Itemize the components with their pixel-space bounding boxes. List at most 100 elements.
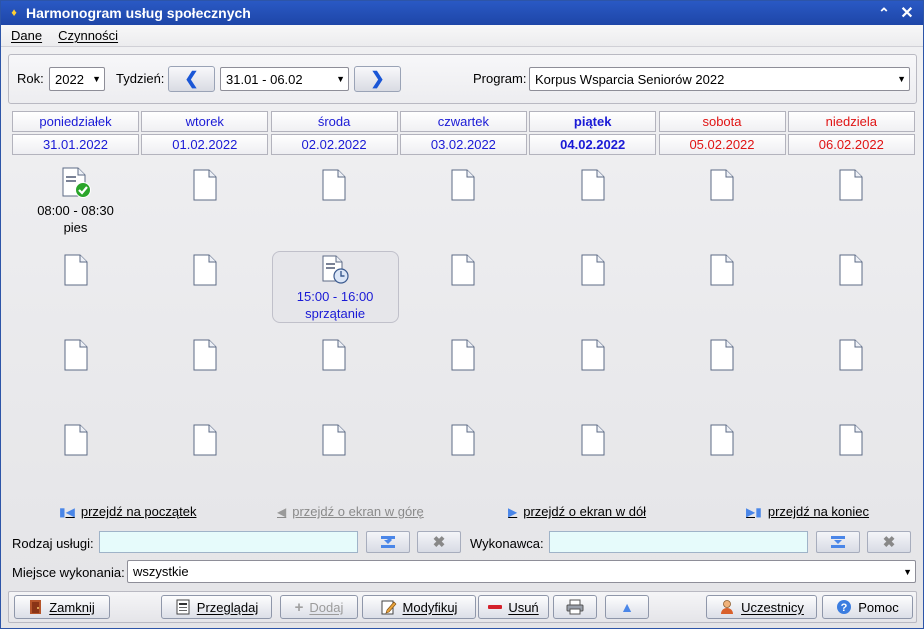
delete-button[interactable]: Usuń bbox=[478, 595, 549, 619]
empty-slot[interactable] bbox=[141, 414, 268, 500]
collapse-icon[interactable]: ⌃ bbox=[875, 4, 893, 22]
chevron-down-icon: ▼ bbox=[336, 74, 345, 84]
empty-slot[interactable] bbox=[271, 414, 398, 500]
appointment-slot[interactable]: 15:00 - 16:00 sprzątanie bbox=[271, 251, 399, 323]
empty-slot[interactable] bbox=[12, 414, 139, 500]
empty-slot[interactable] bbox=[400, 329, 527, 415]
day-name[interactable]: sobota bbox=[658, 111, 786, 132]
close-button[interactable]: Zamknij bbox=[14, 595, 110, 619]
empty-slot[interactable] bbox=[400, 414, 527, 500]
empty-slot[interactable] bbox=[400, 159, 527, 245]
empty-slot[interactable] bbox=[141, 244, 268, 330]
document-icon bbox=[838, 254, 864, 289]
main-window: ♦ Harmonogram usług społecznych ⌃ ✕ Dane… bbox=[0, 0, 924, 629]
empty-slot[interactable] bbox=[788, 329, 915, 415]
service-type-field[interactable] bbox=[99, 531, 358, 553]
user-icon bbox=[721, 600, 734, 614]
document-icon bbox=[450, 254, 476, 289]
filter-panel: Rok: 2022 ▼ Tydzień: ❮ 31.01 - 06.02 ▼ ❯… bbox=[8, 54, 917, 104]
svg-text:?: ? bbox=[841, 602, 848, 614]
participants-button[interactable]: Uczestnicy bbox=[706, 595, 817, 619]
empty-slot[interactable] bbox=[659, 414, 786, 500]
day-name[interactable]: środa bbox=[270, 111, 398, 132]
day-date[interactable]: 31.01.2022 bbox=[12, 134, 139, 155]
document-icon bbox=[321, 339, 347, 374]
document-icon bbox=[192, 254, 218, 289]
executor-clear-button[interactable]: ✖ bbox=[867, 531, 911, 553]
go-first-link[interactable]: ▮◀ przejdź na początek bbox=[59, 504, 196, 519]
empty-slot[interactable] bbox=[12, 244, 139, 330]
executor-select-button[interactable] bbox=[816, 531, 860, 553]
print-button[interactable] bbox=[553, 595, 597, 619]
participants-label: Uczestnicy bbox=[741, 599, 804, 615]
close-window-icon[interactable]: ✕ bbox=[898, 4, 916, 22]
week-label: Tydzień: bbox=[116, 71, 165, 86]
help-button[interactable]: ? Pomoc bbox=[822, 595, 913, 619]
document-icon bbox=[580, 254, 606, 289]
day-name[interactable]: poniedziałek bbox=[12, 111, 139, 132]
next-week-button[interactable]: ❯ bbox=[354, 66, 401, 92]
menu-item-dane[interactable]: Dane bbox=[11, 28, 42, 43]
title-bar: ♦ Harmonogram usług społecznych ⌃ ✕ bbox=[1, 1, 923, 25]
move-up-button[interactable]: ▲ bbox=[605, 595, 649, 619]
empty-slot[interactable] bbox=[659, 159, 786, 245]
browse-doc-icon bbox=[176, 599, 190, 615]
door-exit-icon bbox=[30, 600, 42, 614]
service-type-select-button[interactable] bbox=[366, 531, 410, 553]
day-date[interactable]: 01.02.2022 bbox=[141, 134, 269, 155]
empty-slot[interactable] bbox=[141, 329, 268, 415]
day-date[interactable]: 03.02.2022 bbox=[399, 134, 527, 155]
empty-slot[interactable] bbox=[529, 244, 656, 330]
empty-slot[interactable] bbox=[788, 244, 915, 330]
day-name[interactable]: niedziela bbox=[787, 111, 915, 132]
empty-slot[interactable] bbox=[271, 159, 398, 245]
printer-icon bbox=[566, 599, 584, 615]
empty-slot[interactable] bbox=[141, 159, 268, 245]
modify-button[interactable]: Modyfikuj bbox=[362, 595, 476, 619]
empty-slot[interactable] bbox=[400, 244, 527, 330]
empty-slot[interactable] bbox=[788, 414, 915, 500]
empty-slot[interactable] bbox=[788, 159, 915, 245]
go-up-link[interactable]: ◀ przejdź o ekran w górę bbox=[277, 504, 424, 519]
program-select[interactable]: Korpus Wsparcia Seniorów 2022 ▼ bbox=[529, 67, 910, 91]
day-date[interactable]: 04.02.2022 bbox=[529, 134, 657, 155]
day-date[interactable]: 02.02.2022 bbox=[270, 134, 398, 155]
menu-bar: Dane Czynności bbox=[1, 25, 923, 47]
go-last-label: przejdź na koniec bbox=[767, 504, 870, 519]
executor-field[interactable] bbox=[549, 531, 808, 553]
service-type-label: Rodzaj usługi: bbox=[12, 536, 94, 551]
empty-slot[interactable] bbox=[529, 329, 656, 415]
day-date[interactable]: 05.02.2022 bbox=[658, 134, 786, 155]
day-column-header: sobota 05.02.2022 bbox=[658, 111, 786, 156]
empty-slot[interactable] bbox=[529, 159, 656, 245]
last-page-icon: ▶▮ bbox=[746, 504, 762, 519]
empty-slot[interactable] bbox=[659, 244, 786, 330]
modify-label: Modyfikuj bbox=[402, 599, 458, 615]
window-title: Harmonogram usług społecznych bbox=[26, 5, 251, 21]
menu-item-czynnosci[interactable]: Czynności bbox=[58, 28, 118, 43]
day-name[interactable]: piątek bbox=[529, 111, 657, 132]
day-name[interactable]: czwartek bbox=[399, 111, 527, 132]
day-name[interactable]: wtorek bbox=[141, 111, 269, 132]
empty-slot[interactable] bbox=[659, 329, 786, 415]
week-select[interactable]: 31.01 - 06.02 ▼ bbox=[220, 67, 349, 91]
empty-slot[interactable] bbox=[529, 414, 656, 500]
document-icon bbox=[63, 424, 89, 459]
browse-button[interactable]: Przeglądaj bbox=[161, 595, 272, 619]
service-type-clear-button[interactable]: ✖ bbox=[417, 531, 461, 553]
day-date[interactable]: 06.02.2022 bbox=[787, 134, 915, 155]
empty-slot[interactable] bbox=[12, 329, 139, 415]
year-select[interactable]: 2022 ▼ bbox=[49, 67, 105, 91]
close-label: Zamknij bbox=[49, 599, 95, 615]
appointment-slot[interactable]: 08:00 - 08:30 pies bbox=[12, 159, 139, 245]
go-down-link[interactable]: ▶ przejdź o ekran w dół bbox=[508, 504, 646, 519]
place-select[interactable]: wszystkie ▼ bbox=[127, 560, 916, 583]
prev-week-button[interactable]: ❮ bbox=[168, 66, 215, 92]
filter-select-icon bbox=[381, 536, 395, 548]
add-button[interactable]: + Dodaj bbox=[280, 595, 358, 619]
empty-slot[interactable] bbox=[271, 329, 398, 415]
arrow-up-icon: ▲ bbox=[620, 599, 634, 615]
year-label: Rok: bbox=[17, 71, 44, 86]
go-last-link[interactable]: ▶▮ przejdź na koniec bbox=[746, 504, 869, 519]
document-icon bbox=[63, 254, 89, 289]
